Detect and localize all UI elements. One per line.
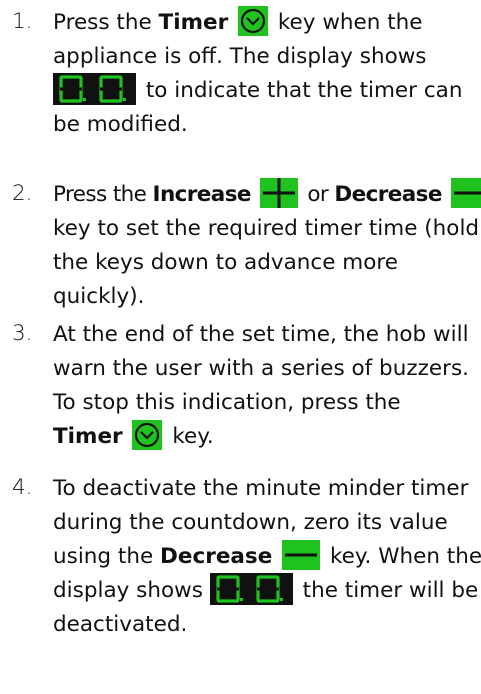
decrease-key-label: Decrease — [160, 544, 273, 569]
step-number: 1. — [12, 9, 33, 34]
step-number: 2. — [12, 181, 33, 206]
timer-key-label: Timer — [53, 424, 123, 449]
increase-key-label: Increase — [152, 182, 252, 207]
step-text: deactivated. — [53, 612, 188, 637]
step-text: or — [307, 182, 329, 207]
step-text: key. — [172, 424, 214, 449]
minus-icon — [282, 540, 321, 570]
step-text: To stop this indication, press the — [53, 390, 401, 415]
decrease-key-label: Decrease — [334, 182, 442, 207]
timer-key-label: Timer — [158, 10, 229, 35]
step-text: using the — [53, 544, 154, 569]
step-text: during the countdown, zero its value — [53, 510, 448, 535]
step-number: 4. — [12, 475, 33, 500]
plus-icon — [260, 178, 299, 208]
step-text: key to set the required timer time (hold — [53, 216, 480, 241]
step-text: warn the user with a series of buzzers. — [53, 356, 469, 381]
timer-chevron-icon — [132, 420, 163, 450]
seven-segment-display-icon — [209, 573, 293, 605]
step-text: At the end of the set time, the hob will — [53, 322, 469, 347]
step-text: the keys down to advance more — [53, 250, 398, 275]
step-text: appliance is off. The display shows — [53, 44, 427, 69]
step-text: key when the — [277, 10, 423, 35]
step-text: quickly). — [53, 284, 145, 309]
step-text: key. When the — [329, 544, 481, 569]
step-number: 3. — [12, 321, 33, 346]
step-text: to indicate that the timer can — [145, 78, 463, 103]
step-text: be modified. — [53, 112, 188, 137]
timer-chevron-icon — [238, 6, 269, 36]
step-text: Press the — [53, 10, 152, 35]
seven-segment-display-icon — [53, 73, 136, 105]
minus-icon — [451, 178, 481, 208]
step-text: Press the — [53, 182, 147, 207]
instruction-list: 1. Press the Timer key when the applianc… — [0, 0, 481, 694]
step-text: display shows — [53, 578, 203, 603]
step-text: the timer will be — [302, 578, 479, 603]
step-text: To deactivate the minute minder timer — [53, 476, 469, 501]
